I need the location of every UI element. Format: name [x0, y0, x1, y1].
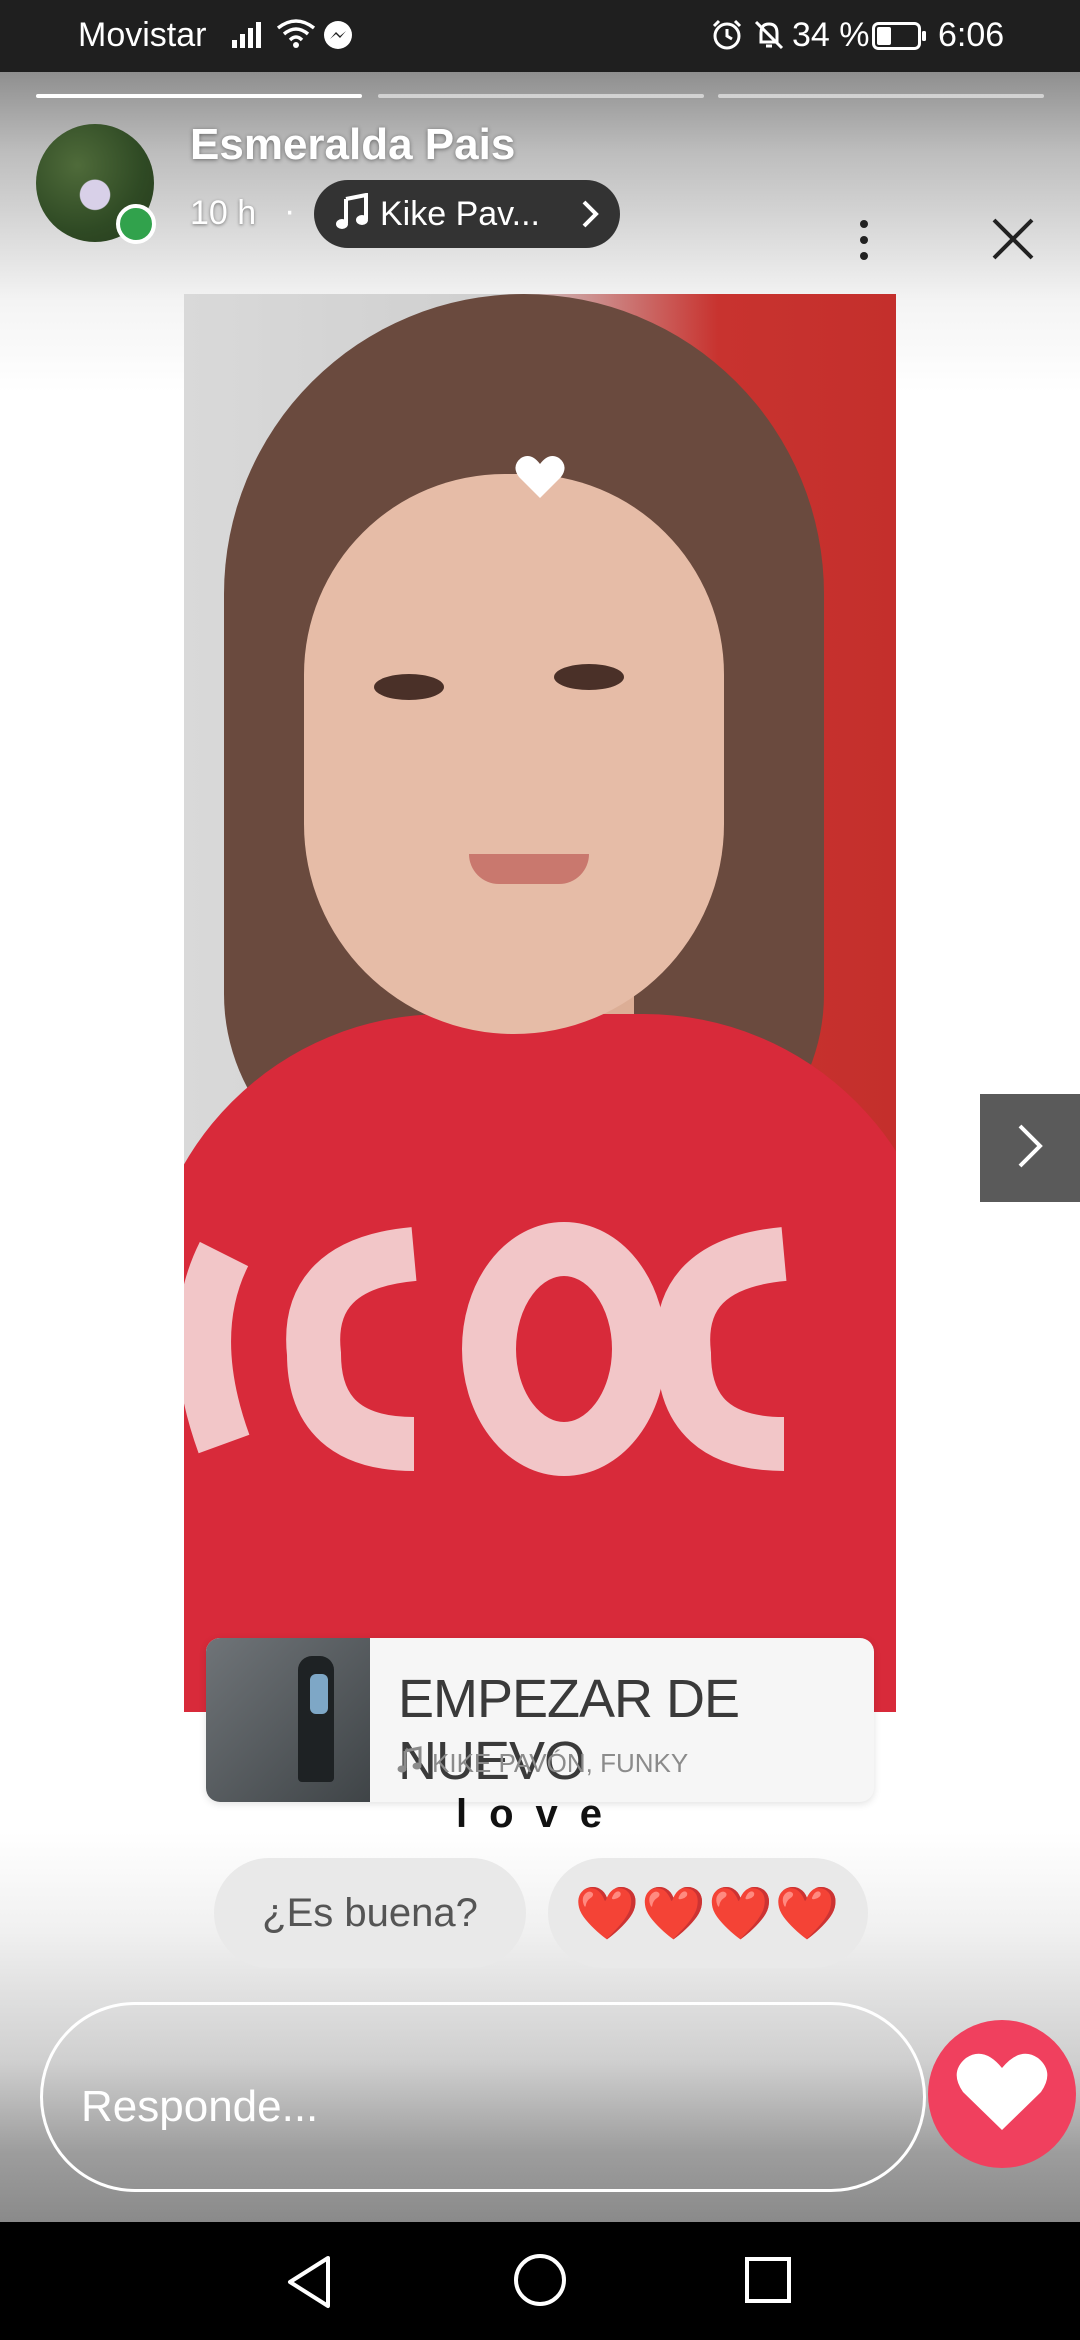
chevron-right-icon	[580, 198, 600, 235]
story-progress-segment	[36, 94, 362, 98]
story-progress-segment	[378, 94, 704, 98]
battery-percent: 34 %	[792, 16, 870, 54]
close-icon[interactable]	[988, 214, 1038, 264]
story-caption: love	[455, 1792, 625, 1836]
status-bar: Movistar 34 % 6:06	[0, 0, 1080, 72]
more-vert-icon[interactable]	[846, 218, 882, 262]
photo-eye	[374, 674, 444, 700]
like-button[interactable]	[928, 2020, 1076, 2168]
story-username[interactable]: Esmeralda Pais	[190, 120, 515, 170]
separator-dot: ·	[284, 192, 296, 230]
music-chip[interactable]: Kike Pav...	[314, 180, 620, 248]
next-story-button[interactable]	[980, 1094, 1080, 1202]
back-icon[interactable]	[284, 2254, 334, 2315]
shirt-print-graphic	[184, 1222, 788, 1476]
song-artist: KIKE PAVÓN, FUNKY	[432, 1748, 689, 1778]
system-nav-bar	[0, 2222, 1080, 2340]
carrier-name: Movistar	[78, 16, 207, 54]
story-progress-segment	[718, 94, 1044, 98]
reply-input[interactable]: Responde...	[40, 2002, 926, 2192]
reply-placeholder: Responde...	[81, 2082, 319, 2131]
story-timestamp: 10 h	[190, 194, 257, 232]
photo-mouth	[469, 854, 589, 884]
chevron-right-icon	[1015, 1121, 1045, 1176]
clock-time: 6:06	[938, 16, 1005, 54]
music-chip-label: Kike Pav...	[380, 194, 540, 233]
photo-shirt	[184, 1014, 896, 1712]
heart-sticker-icon	[514, 454, 566, 505]
online-status-dot	[116, 204, 156, 244]
messenger-icon	[322, 20, 354, 57]
signal-icon	[232, 20, 266, 53]
heart-icon	[954, 2050, 1050, 2139]
music-note-icon	[336, 192, 370, 236]
music-note-icon	[396, 1746, 424, 1779]
album-cover	[206, 1638, 370, 1802]
wifi-icon	[276, 18, 316, 55]
story-photo	[184, 294, 896, 1712]
quick-reply-chip[interactable]: ¿Es buena?	[214, 1858, 526, 1968]
music-sticker[interactable]: EMPEZAR DE NUEVO KIKE PAVÓN, FUNKY	[206, 1638, 874, 1802]
mute-icon	[752, 18, 786, 57]
home-icon[interactable]	[512, 2252, 568, 2313]
album-cover-figure-detail	[310, 1674, 328, 1714]
recents-icon[interactable]	[744, 2256, 792, 2309]
quick-reply-hearts-chip[interactable]: ❤️❤️❤️❤️	[548, 1858, 868, 1968]
battery-icon	[872, 22, 928, 55]
photo-face	[304, 474, 724, 1034]
alarm-icon	[710, 18, 744, 57]
photo-eye	[554, 664, 624, 690]
